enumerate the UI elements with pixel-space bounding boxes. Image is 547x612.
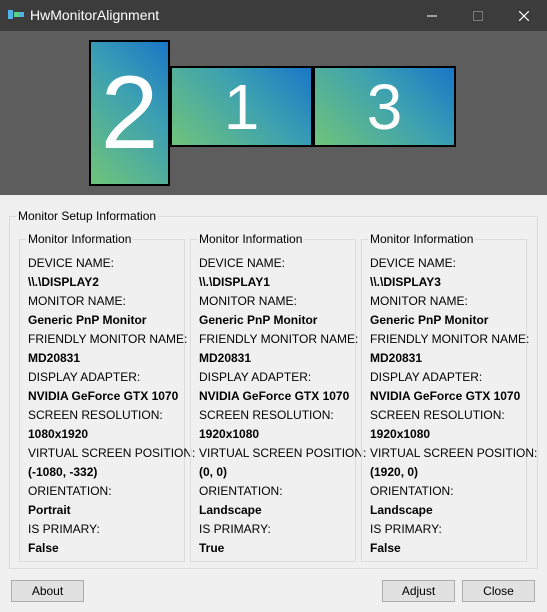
friendly-name-label: FRIENDLY MONITOR NAME: [28,332,188,346]
display-adapter-value: NVIDIA GeForce GTX 1070 [199,389,350,403]
monitor-info-title: Monitor Information [368,232,476,246]
maximize-icon [473,10,483,21]
monitor-info-title: Monitor Information [26,232,134,246]
friendly-name-label: FRIENDLY MONITOR NAME: [199,332,359,346]
virtual-position-label: VIRTUAL SCREEN POSITION: [370,446,538,460]
virtual-position-label: VIRTUAL SCREEN POSITION: [28,446,196,460]
monitor-name-value: Generic PnP Monitor [199,313,318,327]
display-adapter-value: NVIDIA GeForce GTX 1070 [370,389,521,403]
is-primary-value: True [199,541,225,555]
screen-resolution-value: 1080x1920 [28,427,89,441]
display-adapter-value: NVIDIA GeForce GTX 1070 [28,389,179,403]
maximize-button[interactable] [455,0,501,31]
friendly-name-value: MD20831 [199,351,252,365]
monitor-tile-3[interactable]: 3 [313,66,456,147]
monitor-info-title: Monitor Information [197,232,305,246]
monitor-name-label: MONITOR NAME: [28,294,126,308]
virtual-position-value: (1920, 0) [370,465,419,479]
screen-resolution-value: 1920x1080 [370,427,431,441]
display-adapter-label: DISPLAY ADAPTER: [199,370,312,384]
device-name-value: \\.\DISPLAY2 [28,275,99,289]
monitor-name-label: MONITOR NAME: [370,294,468,308]
orientation-value: Landscape [370,503,433,517]
adjust-button[interactable]: Adjust [382,580,455,602]
monitor-setup-title: Monitor Setup Information [16,209,159,223]
virtual-position-value: (-1080, -332) [28,465,98,479]
device-name-label: DEVICE NAME: [199,256,286,270]
monitor-preview: 2 1 3 [0,31,547,195]
orientation-value: Portrait [28,503,71,517]
title-bar[interactable]: HwMonitorAlignment [0,0,547,31]
screen-resolution-value: 1920x1080 [199,427,260,441]
monitor-info-group-display1: Monitor Information DEVICE NAME: \\.\DIS… [190,232,366,562]
monitor-number: 3 [366,70,403,143]
device-name-label: DEVICE NAME: [370,256,457,270]
monitor-name-value: Generic PnP Monitor [370,313,489,327]
screen-resolution-label: SCREEN RESOLUTION: [28,408,163,422]
friendly-name-value: MD20831 [28,351,81,365]
is-primary-label: IS PRIMARY: [199,522,271,536]
device-name-label: DEVICE NAME: [28,256,115,270]
minimize-button[interactable] [409,0,455,31]
display-adapter-label: DISPLAY ADAPTER: [28,370,141,384]
monitor-info-group-display2: Monitor Information DEVICE NAME: \\.\DIS… [19,232,195,562]
monitor-number: 1 [223,70,260,143]
close-icon [519,10,529,21]
is-primary-value: False [370,541,401,555]
screen-resolution-label: SCREEN RESOLUTION: [370,408,505,422]
is-primary-label: IS PRIMARY: [28,522,100,536]
device-name-value: \\.\DISPLAY3 [370,275,441,289]
monitor-tile-1[interactable]: 1 [170,66,313,147]
orientation-label: ORIENTATION: [370,484,454,498]
monitor-info-group-display3: Monitor Information DEVICE NAME: \\.\DIS… [361,232,537,562]
orientation-label: ORIENTATION: [28,484,112,498]
about-button[interactable]: About [11,580,84,602]
orientation-label: ORIENTATION: [199,484,283,498]
friendly-name-label: FRIENDLY MONITOR NAME: [370,332,530,346]
monitor-tile-2[interactable]: 2 [89,40,170,186]
close-window-button[interactable] [501,0,547,31]
is-primary-value: False [28,541,59,555]
device-name-value: \\.\DISPLAY1 [199,275,270,289]
orientation-value: Landscape [199,503,262,517]
virtual-position-value: (0, 0) [199,465,228,479]
monitor-name-label: MONITOR NAME: [199,294,297,308]
window-title: HwMonitorAlignment [30,7,160,23]
close-button[interactable]: Close [462,580,535,602]
monitor-number: 2 [100,55,159,171]
friendly-name-value: MD20831 [370,351,423,365]
virtual-position-label: VIRTUAL SCREEN POSITION: [199,446,367,460]
screen-resolution-label: SCREEN RESOLUTION: [199,408,334,422]
monitor-name-value: Generic PnP Monitor [28,313,147,327]
display-adapter-label: DISPLAY ADAPTER: [370,370,483,384]
is-primary-label: IS PRIMARY: [370,522,442,536]
app-monitor-icon [8,10,24,19]
minimize-icon [427,15,437,16]
